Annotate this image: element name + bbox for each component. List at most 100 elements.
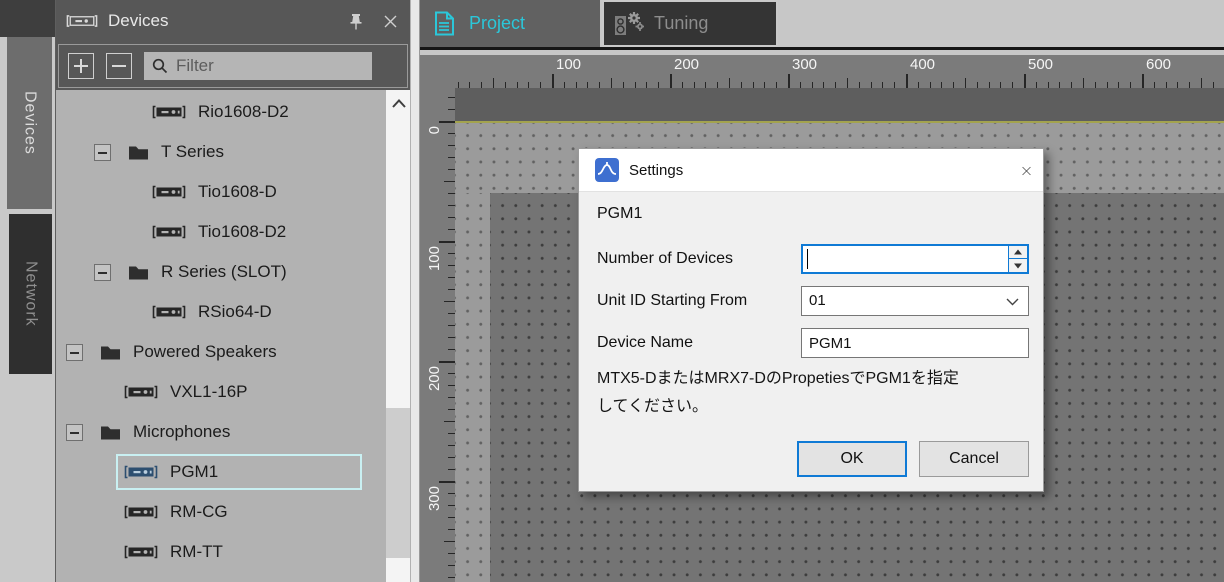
device-icon — [124, 505, 158, 519]
vertical-ruler: 0100200300 — [420, 88, 455, 582]
tree-device-vxl1-16p[interactable]: VXL1-16P — [56, 372, 386, 412]
triangle-down-icon — [1014, 263, 1022, 268]
folder-icon — [100, 344, 121, 361]
spinner-down-button[interactable] — [1009, 259, 1027, 272]
triangle-up-icon — [1014, 250, 1022, 255]
tree-item-label: RSio64-D — [198, 302, 272, 322]
tab-project[interactable]: Project — [420, 0, 600, 47]
tree-folder-powered-speakers[interactable]: Powered Speakers — [56, 332, 386, 372]
ruler-corner — [420, 55, 455, 88]
number-of-devices-spinner[interactable] — [801, 244, 1029, 274]
rail-tab-network[interactable]: Network — [9, 214, 52, 374]
device-icon — [152, 105, 186, 119]
rail-tab-network-label: Network — [22, 261, 40, 327]
tree-scrollbar[interactable] — [386, 90, 411, 582]
tree-item-label: PGM1 — [170, 462, 218, 482]
spinner-up-button[interactable] — [1009, 246, 1027, 259]
device-icon — [152, 185, 186, 199]
spinner-buttons — [1008, 246, 1027, 272]
device-icon — [124, 385, 158, 399]
tree-item-label: Microphones — [133, 422, 230, 442]
devices-panel-title: Devices — [108, 11, 168, 31]
tree-item-label: Powered Speakers — [133, 342, 277, 362]
settings-app-icon — [594, 157, 620, 183]
search-icon — [152, 58, 168, 74]
canvas-margin-left — [455, 193, 490, 582]
collapse-toggle-icon[interactable] — [66, 344, 83, 361]
devices-toolbar — [56, 42, 410, 90]
rail-tab-devices[interactable]: Devices — [7, 37, 52, 209]
tree-folder-microphones[interactable]: Microphones — [56, 412, 386, 452]
project-document-icon — [434, 11, 455, 36]
tab-project-label: Project — [469, 13, 525, 34]
device-tree: Rio1608-D2 T Series Tio1608-D Tio1608-D2… — [56, 90, 386, 582]
settings-dialog-title: Settings — [629, 162, 683, 179]
workspace-tabbar: Project — [420, 0, 1224, 47]
collapse-all-button[interactable] — [106, 53, 132, 79]
tree-device-tio1608-d2[interactable]: Tio1608-D2 — [56, 212, 386, 252]
ok-button[interactable]: OK — [797, 441, 907, 477]
dialog-group-label: PGM1 — [597, 205, 642, 223]
device-icon — [152, 225, 186, 239]
tab-tuning[interactable]: Tuning — [602, 0, 778, 47]
horizontal-ruler: 100200300400500600 — [455, 55, 1224, 88]
tree-device-pgm1[interactable]: PGM1 — [56, 452, 386, 492]
unit-id-select[interactable]: 01 — [801, 286, 1029, 316]
filter-input[interactable] — [176, 56, 346, 76]
number-of-devices-label: Number of Devices — [597, 244, 733, 274]
filter-box — [144, 52, 372, 80]
tree-item-label: R Series (SLOT) — [161, 262, 287, 282]
workspace: Project — [420, 0, 1224, 582]
devices-panel-header: Devices — [56, 0, 410, 42]
tree-item-label: Tio1608-D — [198, 182, 277, 202]
collapse-toggle-icon[interactable] — [94, 144, 111, 161]
chevron-down-icon — [1006, 298, 1019, 306]
tree-folder-r-series-slot-[interactable]: R Series (SLOT) — [56, 252, 386, 292]
tree-device-rsio64-d[interactable]: RSio64-D — [56, 292, 386, 332]
tree-item-label: RM-TT — [170, 542, 223, 562]
device-name-label: Device Name — [597, 328, 693, 358]
device-icon — [124, 465, 158, 479]
collapse-toggle-icon[interactable] — [66, 424, 83, 441]
number-of-devices-input[interactable] — [803, 246, 1027, 272]
device-icon — [152, 305, 186, 319]
rail-top-block — [0, 0, 55, 37]
device-rack-icon — [66, 14, 98, 28]
tree-device-rm-cg[interactable]: RM-CG — [56, 492, 386, 532]
tree-device-tio1608-d[interactable]: Tio1608-D — [56, 172, 386, 212]
dialog-close-icon[interactable] — [1007, 159, 1031, 183]
scrollbar-thumb[interactable] — [386, 408, 411, 558]
settings-dialog-titlebar[interactable]: Settings — [579, 149, 1043, 192]
panel-close-icon[interactable] — [380, 11, 400, 31]
tab-tuning-label: Tuning — [654, 13, 708, 34]
left-rail: Devices Network — [0, 0, 55, 582]
dialog-note-text: MTX5-DまたはMRX7-DのPropetiesでPGM1を指定 してください… — [597, 365, 1029, 421]
app-window: Devices Network Devices — [0, 0, 1224, 582]
rail-tab-devices-label: Devices — [21, 91, 39, 155]
tree-device-rio1608-d2[interactable]: Rio1608-D2 — [56, 92, 386, 132]
tree-item-label: T Series — [161, 142, 224, 162]
pin-icon[interactable] — [346, 11, 366, 31]
expand-all-button[interactable] — [68, 53, 94, 79]
collapse-toggle-icon[interactable] — [94, 264, 111, 281]
scrollbar-up-icon[interactable] — [386, 90, 411, 116]
canvas-origin-line — [455, 121, 1224, 123]
device-icon — [124, 545, 158, 559]
folder-icon — [128, 144, 149, 161]
tree-item-label: VXL1-16P — [170, 382, 248, 402]
cancel-button[interactable]: Cancel — [919, 441, 1029, 477]
device-name-input[interactable] — [802, 329, 1028, 357]
panel-splitter[interactable] — [410, 0, 420, 582]
devices-panel: Devices — [55, 0, 410, 582]
tree-item-label: Rio1608-D2 — [198, 102, 289, 122]
folder-icon — [128, 264, 149, 281]
settings-dialog-body: PGM1 Number of Devices Unit ID Starting … — [579, 192, 1043, 492]
device-name-field[interactable] — [801, 328, 1029, 358]
settings-dialog: Settings PGM1 Number of Devices — [578, 148, 1044, 492]
text-caret — [807, 249, 808, 269]
unit-id-value: 01 — [809, 287, 826, 315]
folder-icon — [100, 424, 121, 441]
tree-folder-t-series[interactable]: T Series — [56, 132, 386, 172]
tuning-speaker-gear-icon — [614, 10, 644, 37]
tree-device-rm-tt[interactable]: RM-TT — [56, 532, 386, 572]
